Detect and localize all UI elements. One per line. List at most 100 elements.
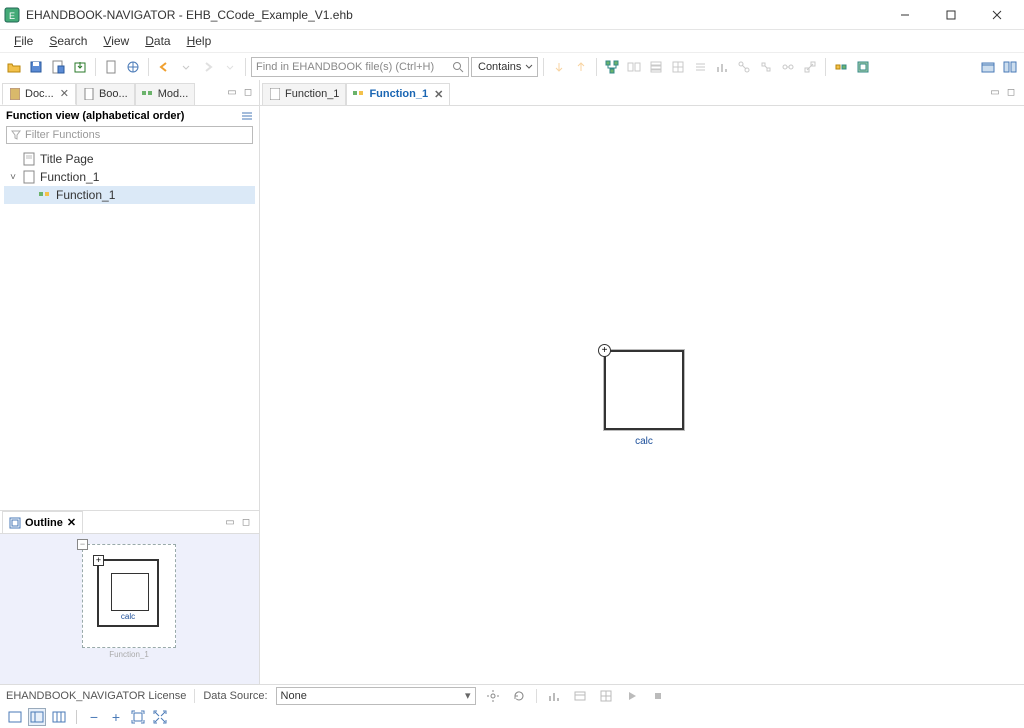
play-icon[interactable] [623,687,641,705]
outline-block-inner[interactable]: + calc [97,559,159,627]
editor-tab-function1-model[interactable]: Function_1 ✕ [346,83,450,105]
zoom-out-icon[interactable]: − [85,708,103,726]
tool-module-icon[interactable] [853,57,873,77]
minimize-view-icon[interactable]: ▭ [225,86,239,100]
close-icon[interactable]: ✕ [434,88,443,101]
maximize-view-icon[interactable]: ◻ [241,86,255,100]
menu-search[interactable]: Search [41,32,95,50]
view-menu-icon[interactable] [241,110,253,122]
search-icon[interactable] [452,61,464,73]
tool-rows-icon[interactable] [646,57,666,77]
refresh-icon[interactable] [510,687,528,705]
license-label: EHANDBOOK_NAVIGATOR License [6,690,186,702]
model-icon [353,88,365,100]
tool-perspective-icon[interactable] [1000,57,1020,77]
datasource-combo[interactable]: None ▾ [276,687,476,705]
minus-icon[interactable]: − [77,539,88,550]
function-view-title: Function view (alphabetical order) [6,110,184,122]
tool-window-icon[interactable] [978,57,998,77]
tool-tree-icon[interactable] [734,57,754,77]
minimize-button[interactable] [882,0,928,30]
search-mode-combo[interactable]: Contains [471,57,538,77]
zoom-expand-icon[interactable] [151,708,169,726]
layout3-icon[interactable] [50,708,68,726]
stop-icon[interactable] [649,687,667,705]
filter-placeholder: Filter Functions [25,129,100,141]
tool-link-icon[interactable] [800,57,820,77]
tool-diagram-icon[interactable] [831,57,851,77]
back-dropdown-icon[interactable] [176,57,196,77]
save-page-icon[interactable] [48,57,68,77]
tree-item-function1-sub[interactable]: Function_1 [4,186,255,204]
function-view-header: Function view (alphabetical order) [0,106,259,126]
maximize-outline-icon[interactable]: ◻ [239,515,253,529]
tool-connect-icon[interactable] [778,57,798,77]
tool-list-icon[interactable] [690,57,710,77]
table-icon[interactable] [571,687,589,705]
outline-body[interactable]: − + calc Function_1 [0,534,259,684]
filter-icon [11,130,21,140]
chevron-down-icon[interactable]: ˅ [8,172,18,183]
menu-file[interactable]: File [6,32,41,50]
close-icon[interactable]: ✕ [60,87,69,100]
layout1-icon[interactable] [6,708,24,726]
window-buttons [882,0,1020,30]
maximize-editor-icon[interactable]: ◻ [1004,86,1018,100]
tree-item-title-page[interactable]: Title Page [4,150,255,168]
datasource-label: Data Source: [203,690,267,702]
bookmark-icon [83,88,95,100]
page-icon[interactable] [101,57,121,77]
close-button[interactable] [974,0,1020,30]
zoom-fit-icon[interactable] [129,708,147,726]
editor-tab-function1-page[interactable]: Function_1 [262,83,346,105]
tool-merge-icon[interactable] [756,57,776,77]
tab-doc[interactable]: Doc... ✕ [2,83,76,105]
open-icon[interactable] [4,57,24,77]
gear-icon[interactable] [484,687,502,705]
menu-view[interactable]: View [95,32,137,50]
forward-dropdown-icon[interactable] [220,57,240,77]
outline-tab[interactable]: Outline ✕ [2,511,83,533]
tab-mod[interactable]: Mod... [135,83,196,105]
minimize-editor-icon[interactable]: ▭ [988,86,1002,100]
canvas-block-calc[interactable]: + [604,350,684,430]
zoom-in-icon[interactable]: + [107,708,125,726]
browser-icon[interactable] [123,57,143,77]
tool-structure-icon[interactable] [602,57,622,77]
tab-boo[interactable]: Boo... [76,83,135,105]
outline-block-outer[interactable]: − + calc Function_1 [82,544,176,648]
tool-grid-icon[interactable] [668,57,688,77]
save-icon[interactable] [26,57,46,77]
tree-function1-label: Function_1 [40,170,99,184]
filter-functions-input[interactable]: Filter Functions [6,126,253,144]
outline-calc-label: calc [99,612,157,621]
tree-function1-sub-label: Function_1 [56,188,115,202]
tool-split-icon[interactable] [624,57,644,77]
search-input[interactable]: Find in EHANDBOOK file(s) (Ctrl+H) [251,57,469,77]
plus-icon[interactable]: + [93,555,104,566]
forward-icon[interactable] [198,57,218,77]
tree-item-function1[interactable]: ˅ Function_1 [4,168,255,186]
main-toolbar: Find in EHANDBOOK file(s) (Ctrl+H) Conta… [0,52,1024,80]
minimize-outline-icon[interactable]: ▭ [223,515,237,529]
menu-data[interactable]: Data [137,32,178,50]
editor-canvas[interactable]: + calc [260,106,1024,684]
chart-icon[interactable] [545,687,563,705]
tool-chart-icon[interactable] [712,57,732,77]
bottom-toolbar: − + [0,706,1024,728]
plus-icon[interactable]: + [598,344,611,357]
close-icon[interactable]: ✕ [67,516,76,529]
outline-block-inner2 [111,573,149,611]
maximize-button[interactable] [928,0,974,30]
svg-text:E: E [9,11,15,21]
menu-help[interactable]: Help [179,32,220,50]
datasource-value: None [281,690,307,702]
back-icon[interactable] [154,57,174,77]
model-icon [38,188,52,202]
nav-down-icon[interactable] [549,57,569,77]
side-panel: Function view (alphabetical order) Filte… [0,106,260,684]
grid-icon[interactable] [597,687,615,705]
nav-up-icon[interactable] [571,57,591,77]
export-icon[interactable] [70,57,90,77]
layout2-icon[interactable] [28,708,46,726]
